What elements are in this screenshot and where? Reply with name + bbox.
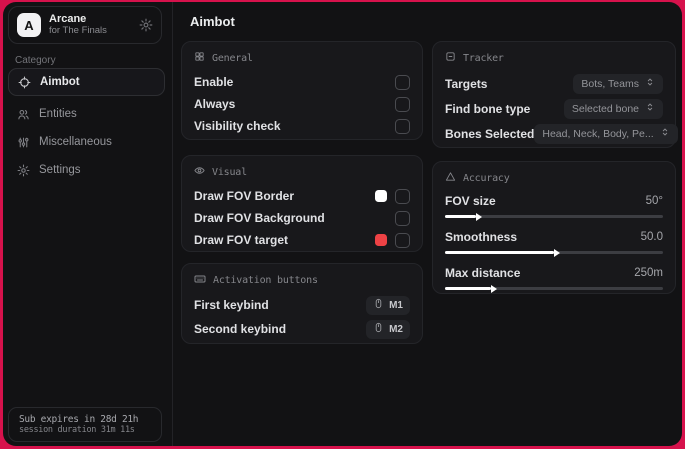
slider-fill[interactable] <box>445 251 554 254</box>
card-accuracy: Accuracy FOV size 50° Smoothness 50.0 Ma… <box>432 161 676 294</box>
card-title: Visual <box>212 166 247 178</box>
users-icon <box>17 108 30 121</box>
card-title: Accuracy <box>463 172 510 184</box>
mouse-icon <box>373 298 384 312</box>
sidebar-item-miscellaneous[interactable]: Miscellaneous <box>8 128 165 156</box>
card-tracker: Tracker Targets Bots, Teams Find bone ty… <box>432 41 678 148</box>
setting-row-enable: Enable <box>194 71 410 93</box>
mouse-icon <box>373 322 384 336</box>
session-duration-text: session duration 31m 11s <box>19 425 135 435</box>
setting-row-first-keybind: First keybind M1 <box>194 293 410 317</box>
setting-group-max-distance: Max distance 250m <box>445 265 663 290</box>
sidebar: A Arcane for The Finals Category Aimbot <box>3 2 173 446</box>
bones-selected-dropdown[interactable]: Head, Neck, Body, Pe... <box>534 123 678 144</box>
grid-icon <box>194 51 205 65</box>
eye-icon <box>194 165 205 179</box>
app-name: Arcane <box>49 13 87 26</box>
app-window: A Arcane for The Finals Category Aimbot <box>3 2 682 446</box>
setting-group-smoothness: Smoothness 50.0 <box>445 229 663 254</box>
setting-row-visibility-check: Visibility check <box>194 115 410 137</box>
setting-row-draw-fov-border: Draw FOV Border <box>194 185 410 207</box>
card-visual: Visual Draw FOV Border Draw FOV Backgrou… <box>181 155 423 252</box>
smoothness-value: 50.0 <box>640 230 663 243</box>
app-subtitle: for The Finals <box>49 24 107 36</box>
card-general: General Enable Always Visibility check <box>181 41 423 140</box>
unfold-icon <box>645 102 655 115</box>
smoothness-slider[interactable] <box>445 251 663 254</box>
draw-fov-background-checkbox[interactable] <box>395 210 410 226</box>
always-checkbox[interactable] <box>395 96 410 112</box>
card-title: Activation buttons <box>213 274 318 286</box>
setting-group-fov-size: FOV size 50° <box>445 193 663 218</box>
sidebar-item-entities[interactable]: Entities <box>8 100 165 128</box>
app-logo: A <box>17 13 41 37</box>
slider-fill[interactable] <box>445 287 491 290</box>
unfold-icon <box>645 77 655 90</box>
refresh-icon[interactable] <box>139 18 153 32</box>
setting-row-draw-fov-background: Draw FOV Background <box>194 207 410 229</box>
slider-fill[interactable] <box>445 215 476 218</box>
setting-row-always: Always <box>194 93 410 115</box>
sidebar-item-label: Aimbot <box>40 76 80 88</box>
triangle-icon <box>445 171 456 185</box>
crosshair-icon <box>18 76 31 89</box>
targets-dropdown[interactable]: Bots, Teams <box>573 73 663 94</box>
card-title: General <box>212 52 253 64</box>
sidebar-item-aimbot[interactable]: Aimbot <box>8 68 165 96</box>
setting-row-targets: Targets Bots, Teams <box>445 71 663 96</box>
keyboard-icon <box>194 273 206 288</box>
app-title-block: Arcane for The Finals <box>49 13 107 37</box>
unfold-icon <box>660 127 670 140</box>
page-title: Aimbot <box>190 14 235 29</box>
sidebar-item-label: Entities <box>39 108 77 120</box>
second-keybind-button[interactable]: M2 <box>366 319 410 339</box>
setting-row-draw-fov-target: Draw FOV target <box>194 229 410 251</box>
first-keybind-button[interactable]: M1 <box>366 295 410 315</box>
sub-expiry-text: Sub expires in 28d 21h <box>19 414 139 425</box>
fov-size-value: 50° <box>645 194 663 207</box>
sidebar-item-settings[interactable]: Settings <box>8 156 165 184</box>
sliders-icon <box>17 136 30 149</box>
draw-fov-border-checkbox[interactable] <box>395 188 410 204</box>
sidebar-item-label: Miscellaneous <box>39 136 112 148</box>
gear-icon <box>17 164 30 177</box>
setting-row-find-bone-type: Find bone type Selected bone <box>445 96 663 121</box>
enable-checkbox[interactable] <box>395 74 410 90</box>
minus-square-icon <box>445 51 456 65</box>
fov-target-color-swatch[interactable] <box>375 234 387 246</box>
category-label: Category <box>15 55 56 66</box>
max-distance-slider[interactable] <box>445 287 663 290</box>
app-header-card: A Arcane for The Finals <box>8 6 162 44</box>
setting-row-second-keybind: Second keybind M2 <box>194 317 410 341</box>
fov-size-slider[interactable] <box>445 215 663 218</box>
card-title: Tracker <box>463 52 504 64</box>
setting-row-bones-selected: Bones Selected Head, Neck, Body, Pe... <box>445 121 678 146</box>
sidebar-item-label: Settings <box>39 164 81 176</box>
find-bone-type-dropdown[interactable]: Selected bone <box>563 98 663 119</box>
subscription-info-card: Sub expires in 28d 21h session duration … <box>8 407 162 442</box>
draw-fov-target-checkbox[interactable] <box>395 232 410 248</box>
fov-border-color-swatch[interactable] <box>375 190 387 202</box>
visibility-check-checkbox[interactable] <box>395 118 410 134</box>
max-distance-value: 250m <box>634 266 663 279</box>
card-activation-buttons: Activation buttons First keybind M1 Seco… <box>181 263 423 344</box>
